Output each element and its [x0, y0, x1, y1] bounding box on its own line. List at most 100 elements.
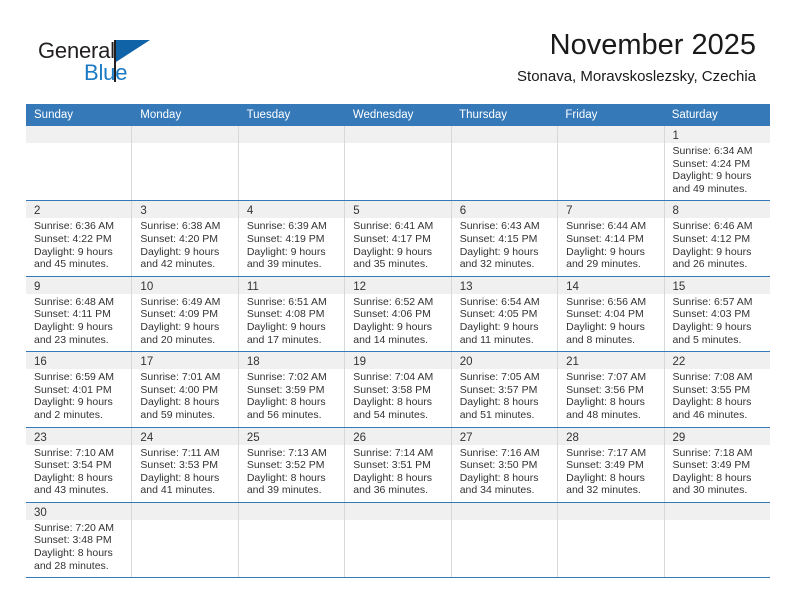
- day-number-band: 13: [451, 276, 558, 294]
- calendar-day-cell[interactable]: 20 Sunrise: 7:05 AM Sunset: 3:57 PM Dayligh…: [450, 352, 558, 427]
- calendar-day-cell[interactable]: 7 Sunrise: 6:44 AM Sunset: 4:14 PM Daylight…: [557, 201, 664, 276]
- calendar-day-cell[interactable]: 6 Sunrise: 6:43 AM Sunset: 4:15 PM Daylight…: [450, 201, 558, 276]
- day-number-band: [558, 126, 664, 143]
- calendar-day-cell[interactable]: 16 Sunrise: 6:59 AM Sunset: 4:01 PM Dayligh…: [26, 352, 132, 427]
- calendar-day-cell[interactable]: 30 Sunrise: 7:20 AM Sunset: 3:48 PM Dayligh…: [26, 502, 132, 578]
- sunset-text: Sunset: 4:24 PM: [672, 157, 751, 170]
- day-number-band: [451, 502, 558, 520]
- calendar-day-cell-empty: [344, 502, 451, 578]
- day-number-band: 27: [451, 427, 558, 445]
- day-number-band: 21: [558, 352, 664, 370]
- calendar-day-cell[interactable]: 8 Sunrise: 6:46 AM Sunset: 4:12 PM Daylight…: [663, 201, 770, 276]
- day-number: 3: [140, 205, 147, 218]
- sunset-text: Sunset: 3:54 PM: [34, 459, 112, 472]
- calendar-day-cell[interactable]: 2 Sunrise: 6:36 AM Sunset: 4:22 PM Daylight…: [26, 201, 132, 276]
- sunset-text: Sunset: 3:53 PM: [140, 459, 219, 472]
- calendar-day-cell[interactable]: 27 Sunrise: 7:16 AM Sunset: 3:50 PM Dayligh…: [450, 427, 558, 502]
- day-number-band: 22: [664, 352, 770, 370]
- day-number: 23: [34, 431, 47, 444]
- sunrise-text: Sunrise: 6:44 AM: [566, 220, 647, 233]
- daylight-text-line1: Daylight: 9 hours: [34, 396, 113, 409]
- calendar-grid: Sunday Monday Tuesday Wednesday Thursday Frid…: [26, 104, 770, 579]
- calendar-day-cell[interactable]: 5 Sunrise: 6:41 AM Sunset: 4:17 PM Daylight…: [344, 201, 451, 276]
- calendar-day-cell[interactable]: 29 Sunrise: 7:18 AM Sunset: 3:49 PM Dayligh…: [663, 427, 770, 502]
- daylight-text-line2: and 48 minutes.: [566, 408, 641, 421]
- calendar-day-cell-empty: [26, 126, 132, 201]
- calendar-day-cell[interactable]: 10 Sunrise: 6:49 AM Sunset: 4:09 PM Dayligh…: [131, 276, 238, 352]
- daylight-text-line1: Daylight: 9 hours: [672, 245, 752, 258]
- calendar-day-cell-empty: [131, 502, 238, 578]
- day-sun-info: Sunrise: 7:01 AM Sunset: 4:00 PM Daylight:…: [132, 369, 237, 426]
- sunset-text: Sunset: 3:59 PM: [246, 383, 325, 396]
- page-subtitle: Stonava, Moravskoslezsky, Czechia: [517, 68, 756, 85]
- day-number: 29: [672, 431, 686, 444]
- daylight-text-line2: and 11 minutes.: [459, 333, 534, 346]
- calendar-day-cell[interactable]: 12 Sunrise: 6:52 AM Sunset: 4:06 PM Dayligh…: [344, 276, 451, 352]
- sunrise-text: Sunrise: 7:16 AM: [459, 446, 540, 459]
- calendar-day-cell[interactable]: 1 Sunrise: 6:34 AM Sunset: 4:24 PM Daylight…: [663, 126, 770, 201]
- day-sun-info: Sunrise: 7:08 AM Sunset: 3:55 PM Daylight:…: [665, 369, 770, 426]
- daylight-text-line2: and 14 minutes.: [353, 333, 428, 346]
- day-number-band: [451, 126, 558, 143]
- daylight-text-line1: Daylight: 8 hours: [566, 396, 645, 409]
- calendar-day-cell[interactable]: 19 Sunrise: 7:04 AM Sunset: 3:58 PM Dayligh…: [344, 352, 451, 427]
- calendar-day-cell[interactable]: 4 Sunrise: 6:39 AM Sunset: 4:19 PM Daylight…: [237, 201, 345, 276]
- day-number-band: 9: [26, 276, 132, 294]
- day-number-band: 26: [345, 427, 451, 445]
- brand-logo[interactable]: General Blue: [38, 38, 168, 90]
- daylight-text-line1: Daylight: 9 hours: [672, 170, 752, 183]
- day-number-band: 3: [132, 201, 238, 219]
- day-sun-info: Sunrise: 6:49 AM Sunset: 4:09 PM Daylight:…: [132, 294, 237, 351]
- calendar-day-cell-empty: [131, 126, 238, 201]
- day-sun-info: Sunrise: 6:51 AM Sunset: 4:08 PM Daylight:…: [239, 294, 344, 351]
- sunset-text: Sunset: 3:56 PM: [566, 383, 644, 396]
- calendar-day-cell[interactable]: 23 Sunrise: 7:10 AM Sunset: 3:54 PM Dayligh…: [26, 427, 132, 502]
- day-number: 17: [140, 356, 154, 369]
- sunrise-text: Sunrise: 7:07 AM: [566, 371, 647, 384]
- daylight-text-line2: and 39 minutes.: [246, 258, 322, 271]
- daylight-text-line1: Daylight: 9 hours: [353, 245, 433, 258]
- calendar-day-cell[interactable]: 22 Sunrise: 7:08 AM Sunset: 3:55 PM Dayligh…: [663, 352, 770, 427]
- day-number: 20: [459, 356, 473, 369]
- weekday-header-friday: Friday: [565, 109, 598, 121]
- sunset-text: Sunset: 4:14 PM: [566, 232, 644, 245]
- day-number-band: 8: [664, 201, 770, 219]
- day-number: 14: [566, 280, 579, 293]
- sunrise-text: Sunrise: 7:05 AM: [459, 371, 540, 384]
- day-number-band: 19: [345, 352, 451, 370]
- calendar-day-cell[interactable]: 13 Sunrise: 6:54 AM Sunset: 4:05 PM Dayligh…: [450, 276, 558, 352]
- calendar-day-cell[interactable]: 9 Sunrise: 6:48 AM Sunset: 4:11 PM Daylight…: [26, 276, 132, 352]
- daylight-text-line2: and 29 minutes.: [566, 258, 641, 271]
- day-number-band: 1: [664, 126, 770, 143]
- sunrise-text: Sunrise: 6:41 AM: [353, 220, 434, 233]
- sunset-text: Sunset: 4:17 PM: [353, 232, 431, 245]
- calendar-page: General Blue November 2025 Stonava, Mora…: [0, 0, 792, 612]
- calendar-day-cell[interactable]: 11 Sunrise: 6:51 AM Sunset: 4:08 PM Dayligh…: [237, 276, 345, 352]
- calendar-day-cell[interactable]: 3 Sunrise: 6:38 AM Sunset: 4:20 PM Daylight…: [131, 201, 238, 276]
- daylight-text-line1: Daylight: 9 hours: [459, 245, 539, 258]
- day-sun-info: Sunrise: 6:56 AM Sunset: 4:04 PM Daylight:…: [558, 294, 663, 351]
- calendar-day-cell[interactable]: 28 Sunrise: 7:17 AM Sunset: 3:49 PM Dayligh…: [557, 427, 664, 502]
- daylight-text-line1: Daylight: 8 hours: [459, 396, 539, 409]
- calendar-day-cell[interactable]: 15 Sunrise: 6:57 AM Sunset: 4:03 PM Dayligh…: [663, 276, 770, 352]
- day-number-band: [345, 502, 451, 520]
- calendar-day-cell-empty: [450, 502, 558, 578]
- day-sun-info: Sunrise: 6:46 AM Sunset: 4:12 PM Daylight:…: [665, 218, 770, 275]
- daylight-text-line2: and 59 minutes.: [140, 408, 216, 421]
- calendar-day-cell[interactable]: 17 Sunrise: 7:01 AM Sunset: 4:00 PM Dayligh…: [131, 352, 238, 427]
- calendar-day-cell[interactable]: 25 Sunrise: 7:13 AM Sunset: 3:52 PM Dayligh…: [237, 427, 345, 502]
- calendar-day-cell[interactable]: 24 Sunrise: 7:11 AM Sunset: 3:53 PM Dayligh…: [131, 427, 238, 502]
- calendar-day-cell[interactable]: 21 Sunrise: 7:07 AM Sunset: 3:56 PM Dayligh…: [557, 352, 664, 427]
- calendar-day-cell[interactable]: 26 Sunrise: 7:14 AM Sunset: 3:51 PM Dayligh…: [344, 427, 451, 502]
- sunset-text: Sunset: 4:09 PM: [140, 308, 219, 321]
- day-sun-info: Sunrise: 7:14 AM Sunset: 3:51 PM Daylight:…: [345, 445, 450, 502]
- day-sun-info: Sunrise: 7:05 AM Sunset: 3:57 PM Daylight:…: [452, 369, 557, 426]
- sunset-text: Sunset: 3:49 PM: [566, 459, 644, 472]
- weekday-header-saturday: Saturday: [671, 109, 718, 121]
- calendar-week-row: 1 Sunrise: 6:34 AM Sunset: 4:24 PM Daylight…: [26, 126, 770, 201]
- day-sun-info: Sunrise: 7:20 AM Sunset: 3:48 PM Daylight:…: [26, 520, 131, 577]
- calendar-day-cell[interactable]: 14 Sunrise: 6:56 AM Sunset: 4:04 PM Dayligh…: [557, 276, 664, 352]
- sunrise-text: Sunrise: 7:10 AM: [34, 446, 114, 459]
- daylight-text-line2: and 32 minutes.: [459, 258, 535, 271]
- calendar-day-cell[interactable]: 18 Sunrise: 7:02 AM Sunset: 3:59 PM Dayligh…: [237, 352, 345, 427]
